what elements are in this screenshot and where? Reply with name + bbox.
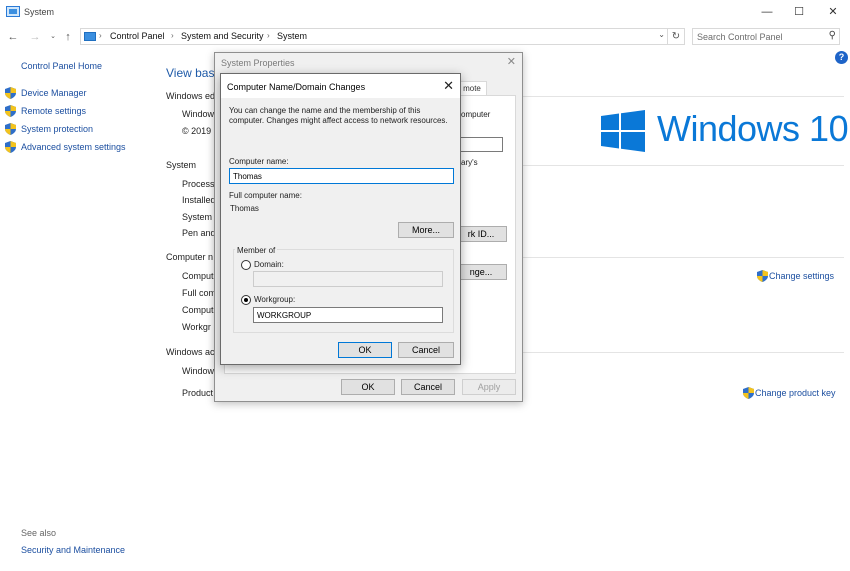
security-and-maintenance-link[interactable]: Security and Maintenance [21, 545, 125, 555]
title-bar: System — ☐ ✕ [0, 0, 850, 25]
forward-arrow-icon[interactable]: → [27, 29, 43, 45]
maximize-button[interactable]: ☐ [784, 3, 814, 21]
full-computer-name-row: Full com [182, 288, 217, 298]
shield-icon [5, 105, 16, 117]
shield-icon [5, 141, 16, 153]
windows-activation-header: Windows ac [166, 347, 215, 357]
sidebar-item-label[interactable]: Device Manager [21, 88, 87, 98]
member-of-label: Member of [235, 246, 278, 255]
windows-logo-icon [601, 110, 645, 152]
cancel-button[interactable]: Cancel [401, 379, 455, 395]
activation-status-row: Window [182, 366, 215, 376]
breadcrumb-separator-icon: › [267, 31, 270, 40]
dialog-description: You can change the name and the membersh… [229, 106, 448, 125]
close-button[interactable]: ✕ [818, 3, 848, 21]
refresh-icon[interactable]: ↻ [668, 28, 685, 45]
close-icon[interactable]: ✕ [507, 55, 516, 68]
shield-icon [5, 123, 16, 135]
pen-and-touch-row: Pen and [182, 228, 216, 238]
domain-radio[interactable] [241, 260, 251, 270]
network-id-button[interactable]: rk ID... [455, 226, 507, 242]
computer-name-row: Comput [182, 271, 214, 281]
breadcrumb-system[interactable]: System [277, 31, 307, 41]
shield-icon [757, 270, 768, 282]
computer-name-domain-dialog: Computer Name/Domain Changes ✕ You can c… [220, 73, 461, 365]
control-panel-icon [84, 32, 96, 41]
navigation-bar: ← → ⌄ ↑ › Control Panel › System and Sec… [0, 27, 850, 47]
window-title: System [24, 7, 55, 17]
workgroup-radio[interactable] [241, 295, 251, 305]
domain-label: Domain: [254, 260, 284, 269]
more-button[interactable]: More... [398, 222, 454, 238]
ok-button[interactable]: OK [341, 379, 395, 395]
full-computer-name-label: Full computer name: [229, 191, 302, 200]
product-id-row: Product [182, 388, 214, 398]
minimize-button[interactable]: — [752, 3, 782, 21]
change-product-key-label[interactable]: Change product key [755, 388, 836, 398]
dialog-title-bar: Computer Name/Domain Changes ✕ [221, 74, 460, 98]
see-also-heading: See also [21, 528, 57, 538]
full-computer-name-value: Thomas [230, 204, 259, 213]
system-properties-title: System Properties [221, 58, 295, 68]
change-button[interactable]: nge... [455, 264, 507, 280]
up-arrow-icon[interactable]: ↑ [60, 29, 76, 45]
ok-button[interactable]: OK [338, 342, 392, 358]
address-bar[interactable]: › Control Panel › System and Security › … [80, 28, 668, 45]
apply-button[interactable]: Apply [462, 379, 516, 395]
edition-row: Window [182, 109, 215, 119]
change-settings-label[interactable]: Change settings [769, 271, 834, 281]
installed-memory-row: Installed [182, 195, 216, 205]
breadcrumb-system-and-security[interactable]: System and Security [181, 31, 264, 41]
system-header: System [166, 160, 197, 170]
breadcrumb-separator-icon: › [99, 31, 102, 40]
windows-edition-header: Windows ed [166, 91, 216, 101]
tab-description-fragment: omputer [461, 110, 491, 119]
shield-icon [5, 87, 16, 99]
domain-input[interactable] [253, 271, 443, 287]
system-app-icon [6, 6, 20, 17]
sidebar-item-label[interactable]: System protection [21, 124, 93, 134]
back-arrow-icon[interactable]: ← [5, 29, 21, 45]
page-title: View bas [166, 66, 215, 80]
search-box[interactable]: ⚲ [692, 28, 840, 45]
search-icon[interactable]: ⚲ [829, 30, 836, 41]
computer-name-label: Computer name: [229, 157, 289, 166]
search-input[interactable] [693, 29, 821, 44]
windows-10-logo-text: Windows 10 [657, 108, 849, 149]
close-icon[interactable]: ✕ [443, 78, 454, 94]
breadcrumb-separator-icon: › [171, 31, 174, 40]
computer-name-header: Computer n [166, 252, 214, 262]
system-type-row: System t [182, 212, 218, 222]
tab-remote[interactable]: mote [457, 81, 487, 96]
cancel-button[interactable]: Cancel [398, 342, 454, 358]
computer-description-row: Comput [182, 305, 214, 315]
breadcrumb-control-panel[interactable]: Control Panel [110, 31, 165, 41]
sidebar-item-label[interactable]: Remote settings [21, 106, 86, 116]
control-panel-home-link[interactable]: Control Panel Home [21, 61, 102, 71]
recent-locations-chevron-icon[interactable]: ⌄ [45, 29, 61, 45]
workgroup-input[interactable] [253, 307, 443, 323]
tab-description-fragment: ary's [461, 158, 478, 167]
shield-icon [743, 387, 754, 399]
help-icon[interactable]: ? [835, 51, 848, 64]
sidebar-item-label[interactable]: Advanced system settings [21, 142, 126, 152]
computer-description-field[interactable] [461, 137, 503, 152]
computer-name-input[interactable] [229, 168, 454, 184]
dialog-title: Computer Name/Domain Changes [227, 82, 366, 92]
address-dropdown-icon[interactable]: ⌄ [658, 30, 665, 39]
workgroup-row: Workgr [182, 322, 211, 332]
workgroup-label: Workgroup: [254, 295, 296, 304]
